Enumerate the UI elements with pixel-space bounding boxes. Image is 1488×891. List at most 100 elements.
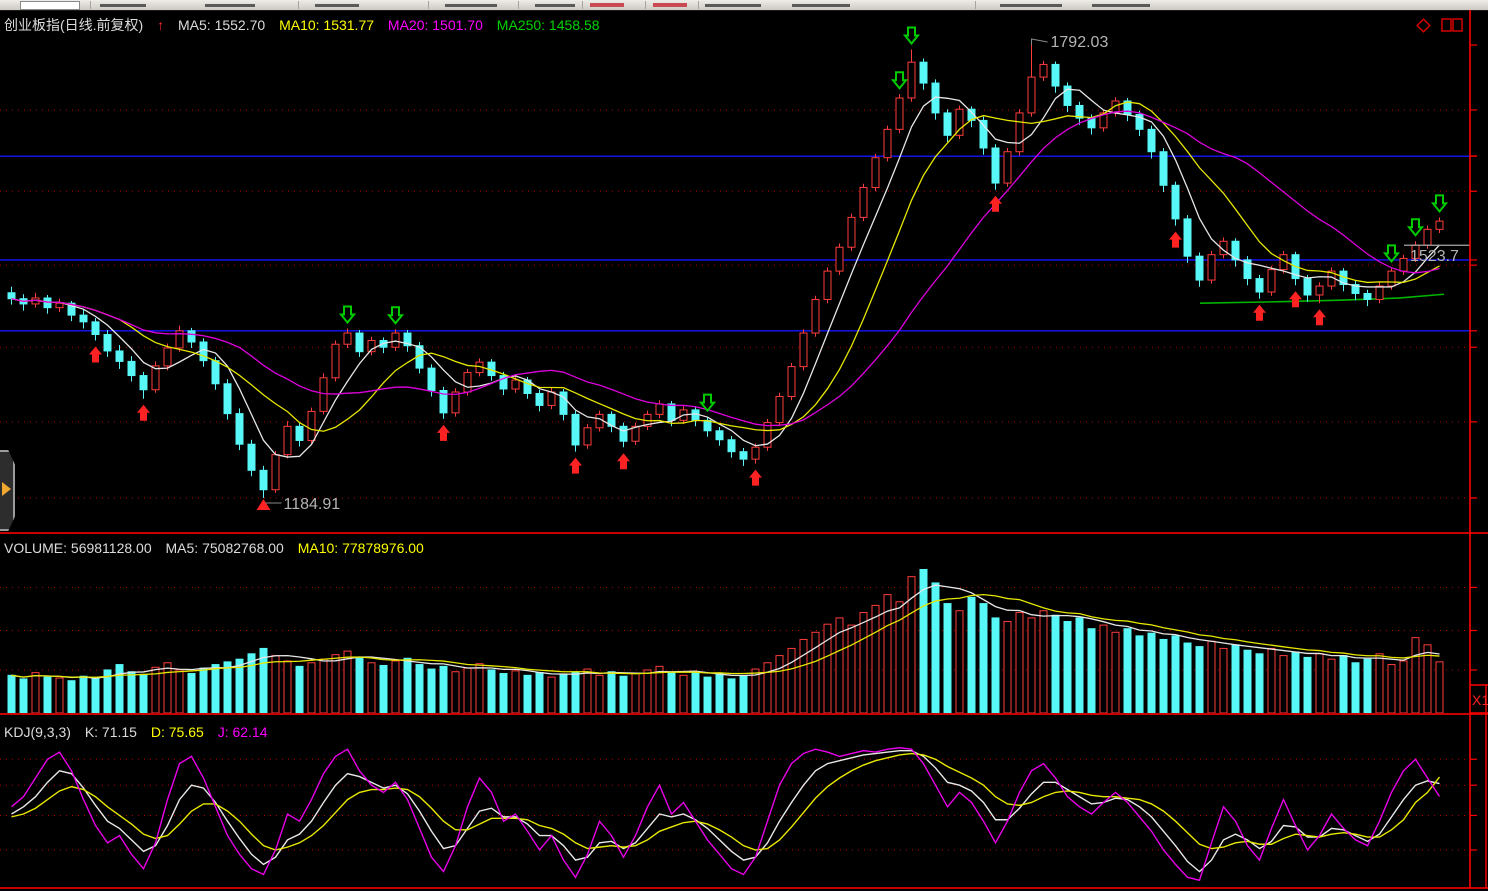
sell-signal-arrow bbox=[341, 307, 354, 323]
candle-down bbox=[296, 426, 303, 440]
candle-down bbox=[212, 361, 219, 384]
volume-bar bbox=[584, 669, 591, 713]
volume-bar bbox=[1316, 654, 1323, 713]
candle-down bbox=[236, 414, 243, 445]
volume-bar bbox=[956, 611, 963, 713]
volume-bar bbox=[356, 657, 363, 713]
ma10-value: MA10: 1531.77 bbox=[279, 17, 374, 33]
candle-up bbox=[392, 333, 399, 347]
volume-bar bbox=[572, 672, 579, 713]
candle-up bbox=[848, 217, 855, 247]
candle-up bbox=[596, 414, 603, 427]
candle-down bbox=[1256, 279, 1263, 292]
candle-up bbox=[164, 348, 171, 366]
volume-bar bbox=[812, 632, 819, 713]
volume-bar bbox=[380, 665, 387, 713]
candle-up bbox=[512, 380, 519, 389]
volume-bar bbox=[464, 668, 471, 713]
candle-up bbox=[896, 98, 903, 129]
candle-up bbox=[1436, 221, 1443, 229]
low-annotation: 1184.91 bbox=[284, 496, 341, 513]
volume-bar bbox=[164, 663, 171, 713]
kdj-j-value: J: 62.14 bbox=[218, 724, 268, 740]
volume-bar bbox=[224, 662, 231, 713]
candle-up bbox=[284, 426, 291, 454]
volume-bar bbox=[68, 681, 75, 713]
ma10-line bbox=[12, 102, 1440, 431]
candle-down bbox=[140, 376, 147, 390]
volume-bar bbox=[1388, 665, 1395, 713]
volume-bar bbox=[128, 672, 135, 713]
volume-bar bbox=[536, 673, 543, 713]
low-marker-triangle bbox=[257, 499, 271, 510]
candle-up bbox=[872, 158, 879, 188]
ma250-value: MA250: 1458.58 bbox=[497, 17, 600, 33]
volume-bar bbox=[44, 677, 51, 713]
volume-bar bbox=[296, 666, 303, 713]
last-price-label: 1523.7 bbox=[1410, 248, 1459, 265]
volume-bar bbox=[668, 673, 675, 713]
candle-down bbox=[116, 351, 123, 361]
sell-signal-arrow bbox=[1385, 245, 1398, 261]
sell-signal-arrow bbox=[389, 307, 402, 323]
buy-signal-arrow bbox=[89, 347, 102, 363]
volume-bar bbox=[1112, 632, 1119, 713]
ma20-value: MA20: 1501.70 bbox=[388, 17, 483, 33]
volume-bar bbox=[404, 658, 411, 713]
candle-down bbox=[92, 322, 99, 335]
candle-down bbox=[1304, 279, 1311, 295]
volume-bar bbox=[1100, 625, 1107, 713]
volume-bar bbox=[1124, 629, 1131, 713]
sell-signal-arrow bbox=[1409, 219, 1422, 235]
volume-bar bbox=[548, 677, 555, 713]
volume-bar bbox=[1196, 647, 1203, 713]
volume-bar bbox=[608, 672, 615, 713]
candle-down bbox=[80, 315, 87, 322]
candle-down bbox=[944, 113, 951, 135]
candle-down bbox=[128, 361, 135, 375]
candle-up bbox=[272, 455, 279, 490]
candle-up bbox=[464, 373, 471, 392]
buy-signal-arrow bbox=[1253, 305, 1266, 321]
volume-bar bbox=[20, 679, 27, 713]
kdj-d-value: D: 75.65 bbox=[151, 724, 204, 740]
candle-down bbox=[920, 62, 927, 83]
volume-bar bbox=[764, 663, 771, 713]
buy-signal-arrow bbox=[569, 458, 582, 474]
diamond-icon[interactable] bbox=[1414, 16, 1432, 34]
volume-bar bbox=[1028, 618, 1035, 713]
volume-bar bbox=[56, 678, 63, 713]
volume-bar bbox=[620, 676, 627, 713]
candle-down bbox=[1364, 293, 1371, 299]
candle-up bbox=[836, 247, 843, 271]
volume-bar bbox=[512, 671, 519, 713]
volume-bar bbox=[716, 674, 723, 713]
buy-signal-arrow bbox=[749, 470, 762, 486]
candle-down bbox=[356, 333, 363, 352]
chart-canvas[interactable]: 1523.71792.031184.91 bbox=[0, 0, 1488, 891]
volume-bar bbox=[1256, 654, 1263, 713]
candle-down bbox=[224, 384, 231, 414]
volume-bar bbox=[1052, 615, 1059, 713]
candle-up bbox=[1316, 286, 1323, 295]
volume-bar bbox=[368, 663, 375, 713]
candle-down bbox=[992, 148, 999, 183]
candle-up bbox=[812, 299, 819, 333]
volume-bar bbox=[1208, 641, 1215, 713]
restore-window-icon[interactable] bbox=[1440, 16, 1464, 34]
buy-signal-arrow bbox=[137, 405, 150, 421]
trading-terminal: { "main_chart": { "title": "创业板指(日线.前复权)… bbox=[0, 0, 1488, 891]
volume-bar bbox=[1268, 648, 1275, 713]
up-arrow-icon: ↑ bbox=[157, 17, 164, 33]
sidebar-expand-handle[interactable] bbox=[0, 450, 15, 531]
candle-down bbox=[536, 393, 543, 405]
candle-down bbox=[188, 331, 195, 342]
candle-up bbox=[884, 129, 891, 157]
candle-up bbox=[1400, 258, 1407, 271]
candle-up bbox=[56, 303, 63, 307]
volume-bar bbox=[1172, 636, 1179, 713]
candle-up bbox=[656, 404, 663, 414]
volume-bar bbox=[680, 675, 687, 713]
volume-bar bbox=[176, 670, 183, 713]
candle-down bbox=[740, 452, 747, 459]
